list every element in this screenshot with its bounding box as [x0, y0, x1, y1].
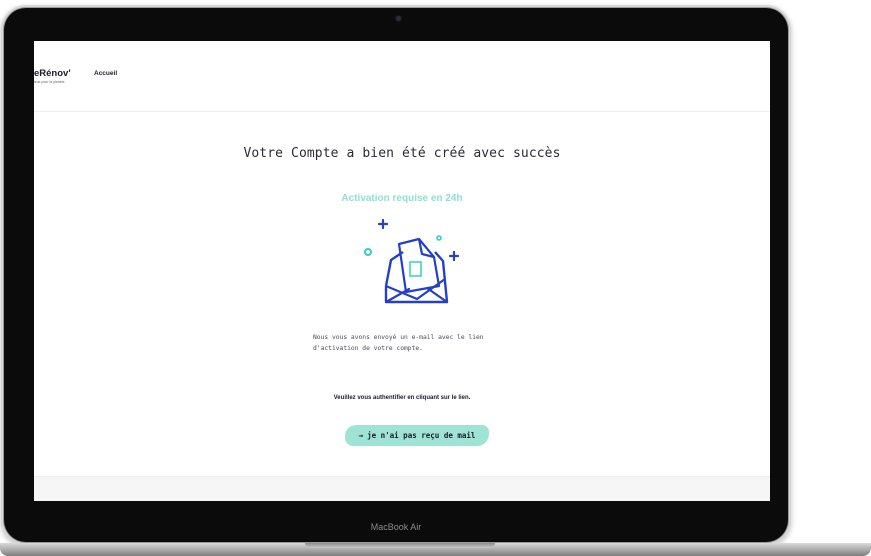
activation-status: Activation requise en 24h	[341, 193, 463, 204]
site-header: eRénov' ieux pour la planète Accueil	[34, 41, 770, 112]
arrow-right-icon: →	[358, 431, 364, 440]
logo-tagline: ieux pour la planète	[34, 80, 65, 84]
page-title: Votre Compte a bien été créé avec succès	[243, 146, 561, 161]
resend-mail-label: je n'ai pas reçu de mail	[367, 431, 476, 440]
mail-envelope-icon	[364, 218, 460, 304]
laptop-notch	[305, 543, 495, 548]
instruction-text: Veuillez vous authentifier en cliquant s…	[333, 395, 471, 401]
resend-mail-button[interactable]: → je n'ai pas reçu de mail	[345, 425, 489, 446]
camera-icon	[396, 16, 401, 21]
device-label: MacBook Air	[370, 522, 422, 532]
page-footer	[34, 476, 770, 501]
browser-viewport: eRénov' ieux pour la planète Accueil Vot…	[34, 41, 770, 501]
confirmation-message: Nous vous avons envoyé un e-mail avec le…	[313, 334, 484, 352]
nav-link-accueil[interactable]: Accueil	[94, 70, 117, 77]
logo[interactable]: eRénov'	[34, 68, 71, 79]
